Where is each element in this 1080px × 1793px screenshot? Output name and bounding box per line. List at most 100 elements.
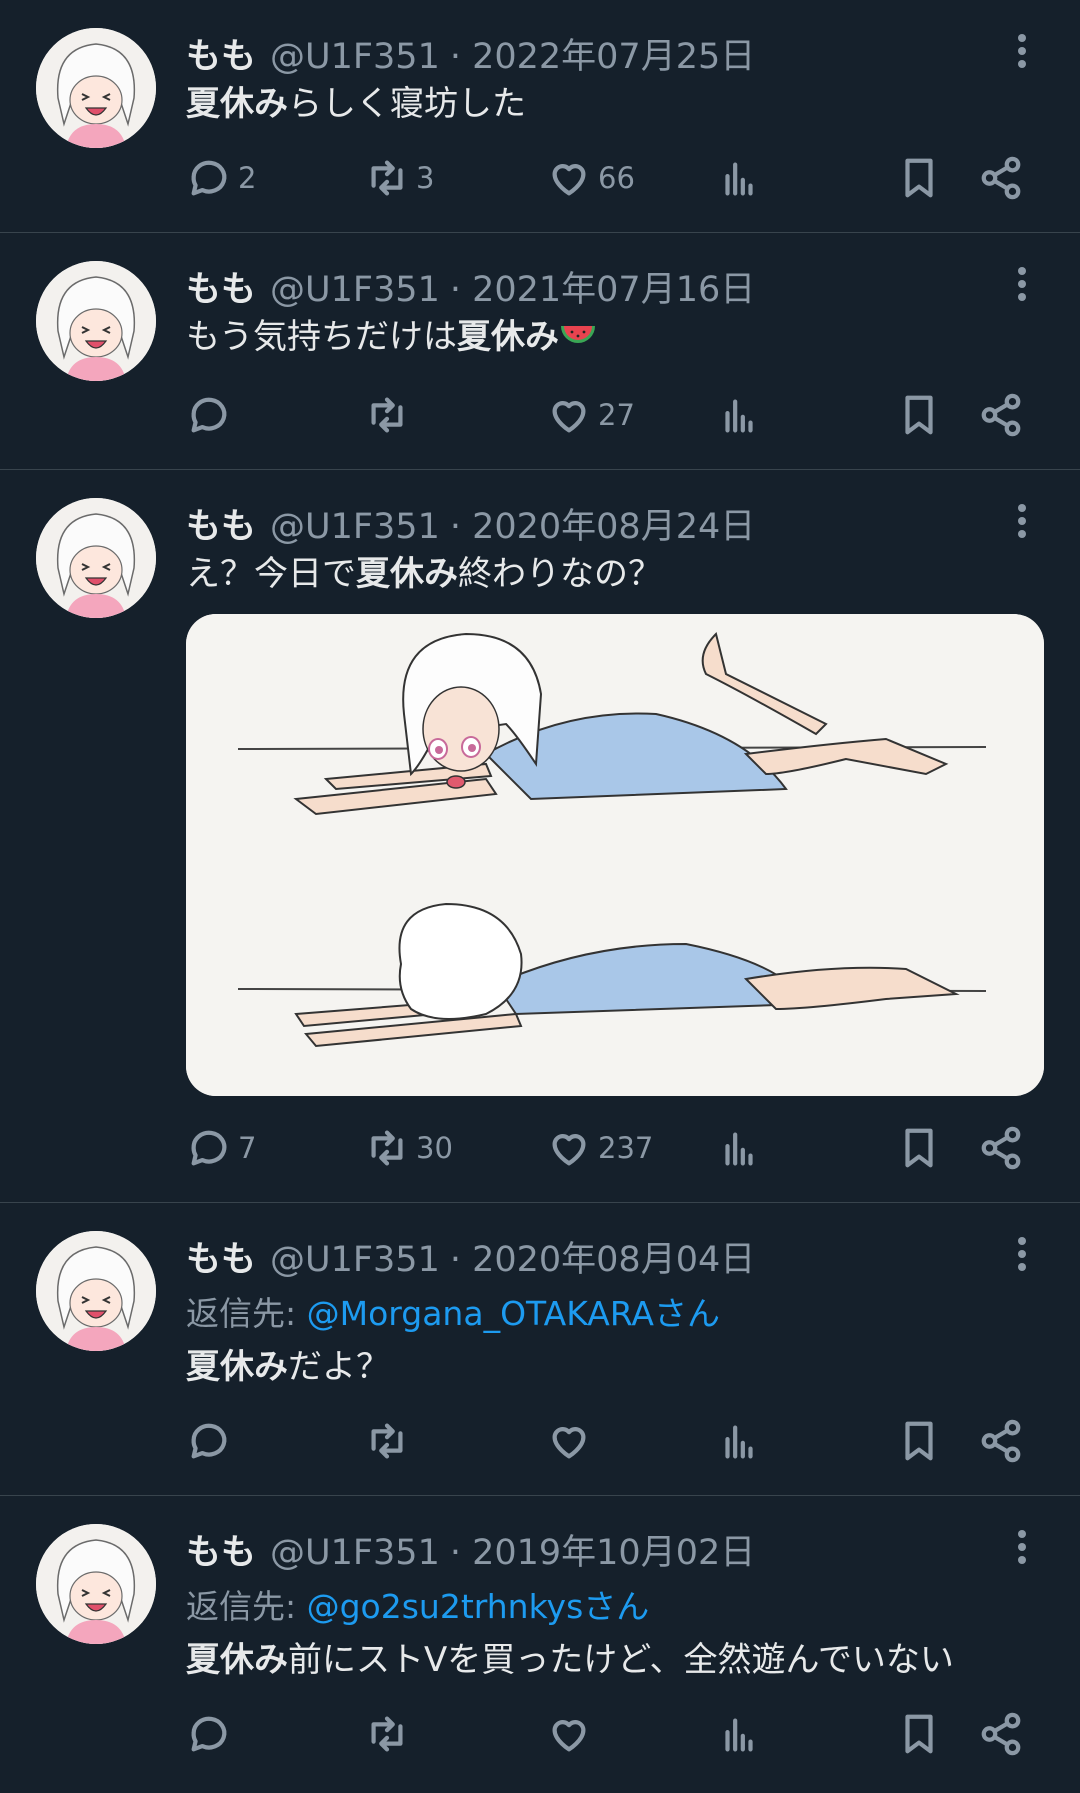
like-button[interactable]: 27 — [546, 392, 635, 438]
retweet-icon — [371, 1716, 403, 1752]
reply-button[interactable]: 2 — [186, 155, 256, 201]
user-handle[interactable]: @U1F351 — [270, 507, 440, 547]
bookmark-button[interactable] — [896, 1125, 942, 1171]
avatar[interactable] — [36, 498, 156, 618]
tweet-date[interactable]: · 2020年08月24日 — [450, 498, 755, 549]
retweet-icon — [371, 397, 403, 433]
avatar[interactable] — [36, 1231, 156, 1351]
tweet-text-pre: もう気持ちだけは — [186, 317, 457, 357]
share-icon — [981, 393, 1021, 437]
views-icon — [725, 399, 753, 433]
retweet-button[interactable] — [364, 1418, 416, 1464]
more-icon[interactable] — [1016, 267, 1028, 307]
like-button[interactable]: 66 — [546, 155, 635, 201]
views-button[interactable] — [716, 392, 762, 438]
retweet-icon — [371, 1423, 403, 1459]
display-name[interactable]: もも — [186, 498, 256, 549]
tweet[interactable]: もも @U1F351 · 2021年07月16日 もう気持ちだけは夏休み 27 — [0, 233, 1080, 470]
share-button[interactable] — [978, 155, 1024, 201]
tweet-header: もも @U1F351 · 2019年10月02日 — [186, 1524, 1044, 1573]
like-button[interactable] — [546, 1418, 598, 1464]
like-button[interactable]: 237 — [546, 1125, 653, 1171]
like-count: 27 — [598, 398, 635, 432]
bookmark-button[interactable] — [896, 1711, 942, 1757]
share-button[interactable] — [978, 1711, 1024, 1757]
display-name[interactable]: もも — [186, 261, 256, 312]
tweet-text: もう気持ちだけは夏休み — [186, 315, 1044, 363]
tweet[interactable]: もも @U1F351 · 2020年08月04日 返信先: @Morgana_O… — [0, 1203, 1080, 1496]
user-handle[interactable]: @U1F351 — [270, 37, 440, 77]
retweet-button[interactable]: 30 — [364, 1125, 453, 1171]
tweet-text-highlight: 夏休み — [356, 554, 458, 594]
retweet-icon — [371, 160, 403, 196]
timeline: もも @U1F351 · 2022年07月25日 夏休みらしく寝坊した 2 3 … — [0, 0, 1080, 1766]
share-button[interactable] — [978, 1125, 1024, 1171]
tweet-date[interactable]: · 2021年07月16日 — [450, 261, 755, 312]
display-name[interactable]: もも — [186, 1524, 256, 1575]
avatar[interactable] — [36, 28, 156, 148]
bookmark-button[interactable] — [896, 392, 942, 438]
avatar[interactable] — [36, 1524, 156, 1644]
user-handle[interactable]: @U1F351 — [270, 270, 440, 310]
views-button[interactable] — [716, 155, 762, 201]
tweet-text: え？今日で夏休み終わりなの？ — [186, 552, 1044, 596]
tweet-image[interactable] — [186, 614, 1044, 1096]
like-count: 66 — [598, 161, 635, 195]
share-button[interactable] — [978, 1418, 1024, 1464]
reply-to-prefix: 返信先: — [186, 1294, 307, 1333]
tweet-text-post: だよ？ — [288, 1347, 390, 1387]
reply-button[interactable] — [186, 1418, 238, 1464]
tweet-date[interactable]: · 2022年07月25日 — [450, 28, 755, 79]
more-icon[interactable] — [1016, 504, 1028, 544]
bookmark-icon — [905, 1128, 933, 1168]
tweet-header: もも @U1F351 · 2021年07月16日 — [186, 261, 1044, 310]
like-icon — [552, 164, 586, 196]
display-name[interactable]: もも — [186, 28, 256, 79]
tweet-text-highlight: 夏休み — [456, 317, 559, 357]
views-button[interactable] — [716, 1125, 762, 1171]
tweet-text-post: 終わりなの？ — [458, 554, 662, 594]
views-button[interactable] — [716, 1711, 762, 1757]
bookmark-button[interactable] — [896, 1418, 942, 1464]
tweet-text: 夏休み前にストVを買ったけど、全然遊んでいない — [186, 1638, 1044, 1682]
reply-button[interactable] — [186, 1711, 238, 1757]
tweet[interactable]: もも @U1F351 · 2019年10月02日 返信先: @go2su2trh… — [0, 1496, 1080, 1766]
retweet-button[interactable]: 3 — [364, 155, 434, 201]
more-icon[interactable] — [1016, 1237, 1028, 1277]
avatar[interactable] — [36, 261, 156, 381]
bookmark-icon — [905, 1714, 933, 1754]
tweet-date[interactable]: · 2019年10月02日 — [450, 1524, 755, 1575]
action-bar: 27 — [186, 383, 1044, 447]
reply-to-handle[interactable]: @Morgana_OTAKARAさん — [307, 1294, 720, 1333]
reply-icon — [191, 1423, 227, 1459]
user-handle[interactable]: @U1F351 — [270, 1533, 440, 1573]
tweet[interactable]: もも @U1F351 · 2020年08月24日 え？今日で夏休み終わりなの？ — [0, 470, 1080, 1203]
views-button[interactable] — [716, 1418, 762, 1464]
views-icon — [725, 162, 753, 196]
tweet-date[interactable]: · 2020年08月04日 — [450, 1231, 755, 1282]
reply-button[interactable]: 7 — [186, 1125, 256, 1171]
action-bar: 7 30 237 — [186, 1116, 1044, 1180]
display-name[interactable]: もも — [186, 1231, 256, 1282]
bookmark-icon — [905, 395, 933, 435]
reply-count: 7 — [238, 1131, 257, 1165]
retweet-icon — [371, 1130, 403, 1166]
tweet-text-pre: え？今日で — [186, 554, 356, 594]
bookmark-button[interactable] — [896, 155, 942, 201]
like-button[interactable] — [546, 1711, 598, 1757]
user-handle[interactable]: @U1F351 — [270, 1240, 440, 1280]
share-icon — [981, 1419, 1021, 1463]
like-icon — [552, 1427, 586, 1459]
more-icon[interactable] — [1016, 1530, 1028, 1570]
tweet-header: もも @U1F351 · 2022年07月25日 — [186, 28, 1044, 77]
action-bar — [186, 1409, 1044, 1473]
reply-to-handle[interactable]: @go2su2trhnkysさん — [307, 1587, 650, 1626]
more-icon[interactable] — [1016, 34, 1028, 74]
tweet-text-highlight: 夏休み — [186, 84, 288, 124]
retweet-button[interactable] — [364, 392, 416, 438]
reply-button[interactable] — [186, 392, 238, 438]
tweet-text: 夏休みらしく寝坊した — [186, 82, 1044, 126]
share-button[interactable] — [978, 392, 1024, 438]
retweet-button[interactable] — [364, 1711, 416, 1757]
tweet[interactable]: もも @U1F351 · 2022年07月25日 夏休みらしく寝坊した 2 3 … — [0, 0, 1080, 233]
